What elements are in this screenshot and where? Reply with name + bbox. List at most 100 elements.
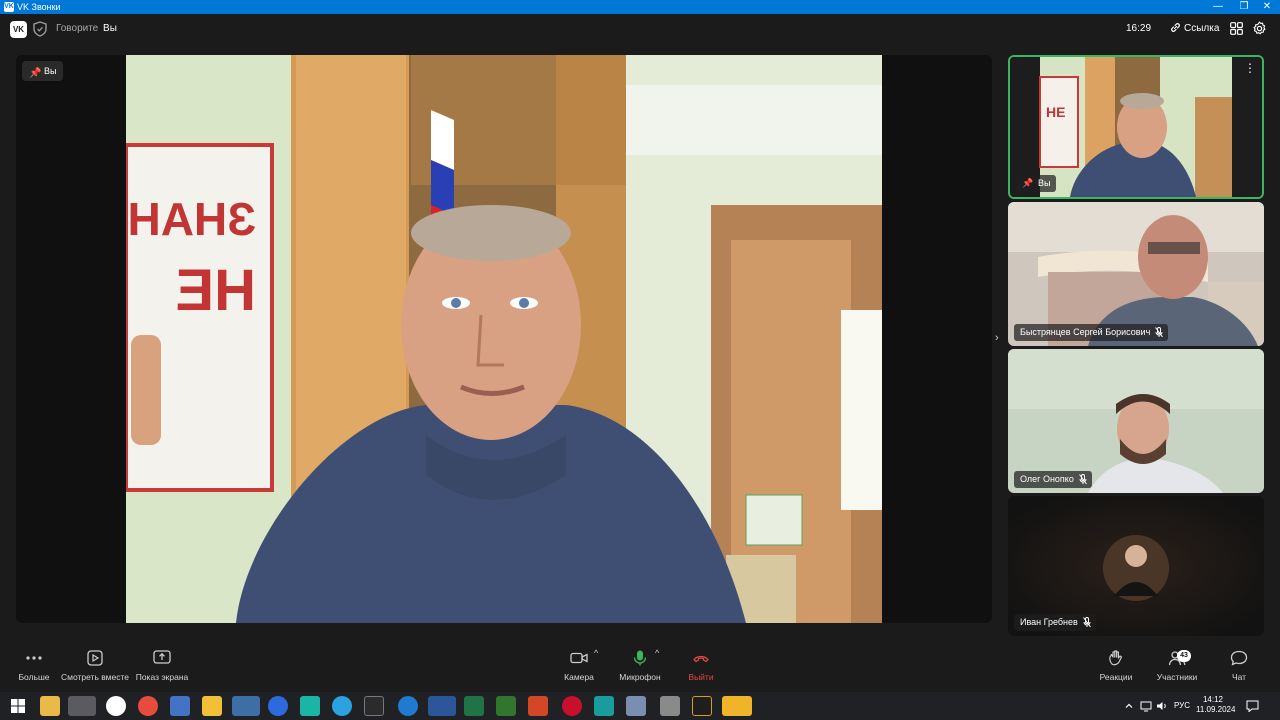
watch-together-icon bbox=[87, 650, 103, 666]
project-icon[interactable] bbox=[496, 696, 516, 716]
network-icon[interactable] bbox=[1140, 700, 1152, 712]
tile-name-badge: Быстрянцев Сергей Борисович bbox=[1014, 324, 1169, 341]
main-video-scene: ЗНАНИЯ НЕ bbox=[126, 55, 882, 623]
leave-call-button[interactable]: Выйти bbox=[686, 650, 716, 682]
zoom-icon[interactable] bbox=[268, 696, 288, 716]
browser-icon[interactable] bbox=[398, 696, 418, 716]
speaker-name: Вы bbox=[103, 23, 117, 34]
notifications-icon[interactable] bbox=[1246, 700, 1259, 712]
reactions-label: Реакции bbox=[1099, 672, 1133, 682]
screen-share-icon bbox=[153, 650, 171, 664]
obs-icon[interactable] bbox=[364, 696, 384, 716]
windows-start-icon[interactable] bbox=[8, 696, 28, 716]
windows-taskbar: РУС 14:12 11.09.2024 bbox=[0, 692, 1280, 720]
document-app-icon[interactable] bbox=[626, 696, 646, 716]
vk-logo-icon: VK bbox=[10, 21, 27, 38]
vk-calls-app-icon: VK bbox=[4, 2, 14, 12]
yellow-app-icon[interactable] bbox=[692, 696, 712, 716]
system-date: 11.09.2024 bbox=[1196, 705, 1236, 714]
tile-menu-icon[interactable]: ⋮ bbox=[1244, 61, 1256, 75]
call-duration: 16:29 bbox=[1126, 23, 1152, 34]
screen-share-label: Показ экрана bbox=[135, 672, 189, 682]
pinned-name: Вы bbox=[44, 66, 57, 76]
camera-button[interactable]: Камера bbox=[562, 650, 596, 682]
tile-name: Олег Онопко bbox=[1020, 474, 1074, 484]
minimize-button[interactable]: — bbox=[1205, 0, 1231, 14]
red-app-icon[interactable] bbox=[562, 696, 582, 716]
more-dots-icon bbox=[26, 656, 42, 660]
system-time: 14:12 bbox=[1202, 695, 1224, 704]
yandex-browser-icon[interactable] bbox=[106, 696, 126, 716]
camera-options-chevron-icon[interactable]: ^ bbox=[594, 648, 598, 658]
utility-app-icon[interactable] bbox=[660, 696, 680, 716]
screen-share-button[interactable]: Показ экрана bbox=[134, 650, 190, 682]
shield-icon[interactable] bbox=[33, 21, 47, 37]
svg-text:НЕ: НЕ bbox=[175, 258, 256, 323]
microphone-options-chevron-icon[interactable]: ^ bbox=[655, 648, 659, 658]
save-app-icon[interactable] bbox=[170, 696, 190, 716]
collapse-sidebar-chevron-icon[interactable]: › bbox=[995, 332, 999, 344]
drive-icon[interactable] bbox=[202, 696, 222, 716]
excel-icon[interactable] bbox=[464, 696, 484, 716]
messenger-icon[interactable] bbox=[300, 696, 320, 716]
camera-label: Камера bbox=[564, 672, 594, 682]
participants-count-badge: 43 bbox=[1177, 650, 1191, 662]
leave-label: Выйти bbox=[688, 672, 714, 682]
watch-together-label: Смотреть вместе bbox=[60, 672, 130, 682]
more-label: Больше bbox=[18, 672, 50, 682]
word-icon[interactable] bbox=[428, 696, 456, 716]
telegram-icon[interactable] bbox=[332, 696, 352, 716]
mic-muted-icon bbox=[1078, 474, 1087, 485]
main-video-feed: ЗНАНИЯ НЕ bbox=[126, 55, 882, 623]
hand-wave-icon bbox=[1109, 650, 1123, 666]
copy-link-button[interactable]: Ссылка bbox=[1164, 19, 1225, 39]
participant-tile-self[interactable]: НЕ ⋮ 📌 Вы bbox=[1008, 55, 1264, 199]
powerpoint-icon[interactable] bbox=[528, 696, 548, 716]
antivirus-icon[interactable] bbox=[138, 696, 158, 716]
chat-bubble-icon bbox=[1230, 650, 1248, 666]
tile-name: Иван Гребнев bbox=[1020, 617, 1078, 627]
mail-app-icon[interactable] bbox=[722, 696, 752, 716]
microphone-label: Микрофон bbox=[619, 672, 661, 682]
participants-label: Участники bbox=[1156, 672, 1198, 682]
call-header: VK Говорите Вы 16:29 Ссылка bbox=[0, 14, 1280, 44]
pinned-label[interactable]: 📌 Вы bbox=[22, 61, 64, 81]
svg-text:ЗНАНИЯ: ЗНАНИЯ bbox=[126, 193, 256, 245]
volume-icon[interactable] bbox=[1156, 700, 1168, 712]
microphone-icon bbox=[633, 650, 647, 666]
camera-icon bbox=[570, 652, 588, 664]
speaking-indicator: Говорите Вы bbox=[56, 23, 117, 34]
file-explorer-icon[interactable] bbox=[40, 696, 60, 716]
chat-label: Чат bbox=[1231, 672, 1247, 682]
teal-app-icon[interactable] bbox=[594, 696, 614, 716]
mic-muted-icon bbox=[1082, 617, 1091, 628]
speaking-label: Говорите bbox=[56, 23, 99, 34]
mic-muted-icon bbox=[1155, 327, 1164, 338]
close-window-button[interactable]: ✕ bbox=[1254, 0, 1280, 14]
chat-button[interactable]: Чат bbox=[1224, 650, 1254, 682]
tile-name-badge: Олег Онопко bbox=[1014, 471, 1092, 488]
vk-calls-taskbar-icon[interactable] bbox=[232, 696, 260, 716]
tile-name-badge: Иван Гребнев bbox=[1014, 614, 1096, 631]
watch-together-button[interactable]: Смотреть вместе bbox=[60, 650, 130, 682]
tile-name: Вы bbox=[1038, 178, 1051, 188]
photos-app-icon[interactable] bbox=[68, 696, 96, 716]
reactions-button[interactable]: Реакции bbox=[1096, 650, 1136, 682]
svg-text:НЕ: НЕ bbox=[1046, 104, 1065, 120]
grid-layout-icon[interactable] bbox=[1230, 22, 1243, 35]
participant-tile-onopko[interactable]: Олег Онопко bbox=[1008, 349, 1264, 493]
hang-up-icon bbox=[693, 655, 709, 663]
more-button[interactable]: Больше bbox=[14, 650, 54, 682]
main-video-area[interactable]: ЗНАНИЯ НЕ bbox=[16, 55, 992, 623]
pin-icon: 📌 bbox=[1022, 178, 1034, 188]
keyboard-language[interactable]: РУС bbox=[1174, 701, 1190, 710]
settings-gear-icon[interactable] bbox=[1252, 21, 1267, 36]
tile-name-badge: 📌 Вы bbox=[1016, 175, 1057, 192]
tray-chevron-icon[interactable] bbox=[1124, 701, 1134, 711]
call-toolbar: Больше Смотреть вместе Показ экрана Каме… bbox=[0, 640, 1280, 692]
participant-tile-bystryantsev[interactable]: Быстрянцев Сергей Борисович bbox=[1008, 202, 1264, 346]
participant-tile-grebnev[interactable]: Иван Гребнев bbox=[1008, 496, 1264, 636]
copy-link-label: Ссылка bbox=[1184, 23, 1220, 34]
system-clock[interactable]: 14:12 11.09.2024 bbox=[1196, 695, 1236, 715]
window-titlebar: VK VK Звонки — ❐ ✕ bbox=[0, 0, 1280, 14]
